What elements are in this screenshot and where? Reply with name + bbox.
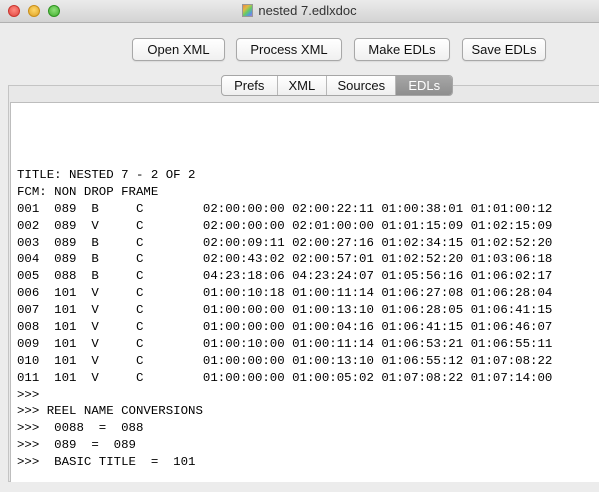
edl-line: 007 101 V C 01:00:00:00 01:00:13:10 01:0…	[17, 303, 553, 318]
tab-edls[interactable]: EDLs	[396, 76, 452, 95]
open-xml-button[interactable]: Open XML	[132, 38, 225, 61]
edl-line: >>> 089 = 089	[17, 438, 136, 453]
tab-sources[interactable]: Sources	[327, 76, 397, 95]
edl-text-area[interactable]: TITLE: NESTED 7 - 2 OF 2 FCM: NON DROP FR…	[10, 102, 599, 482]
edl-line: 010 101 V C 01:00:00:00 01:00:13:10 01:0…	[17, 353, 553, 368]
make-edls-button[interactable]: Make EDLs	[354, 38, 450, 61]
edl-line: >>>	[17, 387, 40, 402]
edl-line: FCM: NON DROP FRAME	[17, 184, 159, 199]
edl-line: TITLE: NESTED 7 - 2 OF 2	[17, 168, 196, 182]
edl-line: 004 089 B C 02:00:43:02 02:00:57:01 01:0…	[17, 252, 553, 267]
tab-bar: Prefs XML Sources EDLs	[221, 75, 453, 96]
tab-xml[interactable]: XML	[278, 76, 328, 95]
edl-line: 008 101 V C 01:00:00:00 01:00:04:16 01:0…	[17, 320, 553, 335]
edl-line: 001 089 B C 02:00:00:00 02:00:22:11 01:0…	[17, 201, 553, 216]
save-edls-button[interactable]: Save EDLs	[462, 38, 546, 61]
edl-line: >>> BASIC TITLE = 101	[17, 455, 196, 470]
edl-line: 003 089 B C 02:00:09:11 02:00:27:16 01:0…	[17, 235, 553, 250]
edl-line: 009 101 V C 01:00:10:00 01:00:11:14 01:0…	[17, 336, 553, 351]
edl-line: >>> 0088 = 088	[17, 421, 144, 436]
edl-line: 006 101 V C 01:00:10:18 01:00:11:14 01:0…	[17, 286, 553, 301]
tab-prefs[interactable]: Prefs	[222, 76, 278, 95]
window-title-container: nested 7.edlxdoc	[0, 3, 599, 19]
edl-line: 011 101 V C 01:00:00:00 01:00:05:02 01:0…	[17, 370, 553, 385]
window-title: nested 7.edlxdoc	[258, 3, 357, 18]
edl-line: 002 089 V C 02:00:00:00 02:01:00:00 01:0…	[17, 218, 553, 233]
edl-line: >>> REEL NAME CONVERSIONS	[17, 404, 203, 419]
process-xml-button[interactable]: Process XML	[236, 38, 342, 61]
edl-line: 005 088 B C 04:23:18:06 04:23:24:07 01:0…	[17, 269, 553, 284]
edl-content: TITLE: NESTED 7 - 2 OF 2 FCM: NON DROP FR…	[17, 167, 552, 471]
title-bar: nested 7.edlxdoc	[0, 0, 599, 23]
document-icon	[242, 4, 254, 17]
